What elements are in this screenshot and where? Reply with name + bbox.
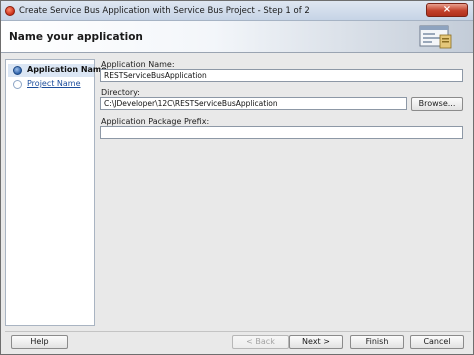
- wizard-window: Create Service Bus Application with Serv…: [0, 0, 474, 355]
- browse-button[interactable]: Browse...: [411, 97, 463, 111]
- page-title: Name your application: [9, 31, 143, 43]
- back-button[interactable]: < Back: [232, 335, 289, 349]
- directory-field[interactable]: C:\JDeveloper\12C\RESTServiceBusApplicat…: [100, 97, 407, 110]
- wizard-header: Name your application: [1, 21, 473, 53]
- wizard-banner-icon: [419, 25, 452, 49]
- package-prefix-label: Application Package Prefix:: [101, 117, 210, 126]
- footer-divider: [5, 331, 471, 332]
- title-bar: Create Service Bus Application with Serv…: [1, 1, 473, 21]
- wizard-steps-panel: Application Name Project Name: [5, 59, 107, 326]
- help-button[interactable]: Help: [11, 335, 68, 349]
- close-button[interactable]: ×: [426, 3, 468, 17]
- cancel-button[interactable]: Cancel: [410, 335, 464, 349]
- pending-step-icon: [13, 80, 22, 89]
- app-icon: [5, 6, 15, 16]
- application-name-field[interactable]: RESTServiceBusApplication: [100, 69, 463, 82]
- step-project-name[interactable]: Project Name: [8, 78, 94, 91]
- directory-label: Directory:: [101, 88, 140, 97]
- package-prefix-field[interactable]: [100, 126, 463, 139]
- finish-button[interactable]: Finish: [350, 335, 404, 349]
- step-application-name[interactable]: Application Name: [8, 64, 107, 77]
- next-button[interactable]: Next >: [289, 335, 343, 349]
- current-step-icon: [13, 66, 22, 75]
- step-label: Application Name: [27, 65, 107, 74]
- application-name-label: Application Name:: [101, 60, 175, 69]
- window-title: Create Service Bus Application with Serv…: [19, 6, 310, 16]
- wizard-content: Application Name: RESTServiceBusApplicat…: [97, 59, 469, 326]
- close-icon: ×: [442, 4, 452, 15]
- step-label: Project Name: [27, 79, 81, 88]
